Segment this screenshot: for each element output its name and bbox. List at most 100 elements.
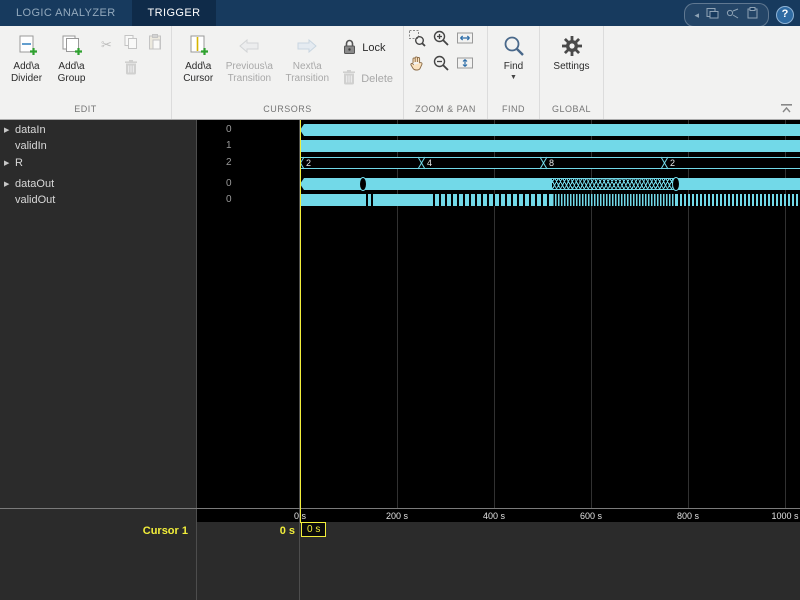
cursor-name-label: Cursor 1 xyxy=(0,525,188,537)
lock-icon xyxy=(342,38,357,58)
add-group-button[interactable]: Add\aGroup xyxy=(49,29,94,104)
bus-value-label: 2 xyxy=(306,158,311,168)
zoom-in-region-button[interactable] xyxy=(407,31,426,50)
next-transition-label-1: Next\a xyxy=(285,61,329,73)
toolbar-group-zoom-pan: ZOOM & PAN xyxy=(404,26,488,119)
paste-button[interactable] xyxy=(145,35,164,54)
channel-row-validIn[interactable]: validIn xyxy=(0,139,196,153)
axis-tick-label: 600 s xyxy=(580,511,602,521)
zoom-in-button[interactable] xyxy=(431,31,450,50)
gear-icon xyxy=(561,33,583,59)
channel-value: 2 xyxy=(226,156,286,170)
previous-transition-button[interactable]: Previous\aTransition xyxy=(220,29,278,104)
transition-cluster-marker xyxy=(672,177,680,191)
toolstrip: Add\aDivider Add\aGroup ✂ EDIT xyxy=(0,26,800,120)
copy-window-icon[interactable] xyxy=(706,6,719,24)
expand-arrow-icon[interactable]: ▶ xyxy=(4,180,9,188)
search-icon xyxy=(502,33,526,59)
toolbar-group-edit: Add\aDivider Add\aGroup ✂ EDIT xyxy=(0,26,172,119)
channel-value: 0 xyxy=(226,123,286,137)
expand-arrow-icon[interactable]: ▶ xyxy=(4,126,9,134)
toolbar-group-cursors: Add\aCursor Previous\aTransition Next\aT… xyxy=(172,26,404,119)
copy-icon xyxy=(123,34,139,55)
channel-value: 1 xyxy=(226,139,286,153)
copy-button[interactable] xyxy=(121,35,140,54)
previous-transition-icon xyxy=(238,33,260,59)
time-axis xyxy=(0,508,800,509)
settings-label: Settings xyxy=(553,61,589,73)
find-label: Find xyxy=(504,61,523,73)
trash-icon xyxy=(342,69,356,88)
time-axis-labels: 0 s200 s400 s600 s800 s1000 s xyxy=(0,511,800,523)
tab-trigger[interactable]: TRIGGER xyxy=(132,0,217,26)
compare-icon[interactable] xyxy=(726,6,739,24)
chevron-down-icon: ▼ xyxy=(510,74,517,81)
delete-channel-button[interactable] xyxy=(121,60,140,79)
fit-to-view-x-button[interactable] xyxy=(455,31,474,50)
titlebar-quick-access: ◂ ? xyxy=(684,3,794,27)
toolbar-group-global: Settings GLOBAL xyxy=(540,26,604,119)
bus-value-label: 8 xyxy=(549,158,554,168)
lock-cursor-button[interactable]: Lock xyxy=(339,37,396,59)
transition-cluster-marker xyxy=(359,177,367,191)
fit-to-view-y-button[interactable] xyxy=(455,56,474,75)
cut-button[interactable]: ✂ xyxy=(97,35,116,54)
channel-name: validOut xyxy=(15,193,55,207)
channel-name: dataIn xyxy=(15,123,46,137)
toolbar-group-find: Find ▼ FIND xyxy=(488,26,540,119)
next-transition-label-2: Transition xyxy=(285,73,329,85)
add-group-icon xyxy=(60,33,84,59)
add-group-label-2: Group xyxy=(58,73,86,85)
group-label-edit: EDIT xyxy=(0,104,171,119)
time-cursor[interactable] xyxy=(300,120,301,523)
channel-row-dataIn[interactable]: ▶ dataIn xyxy=(0,123,196,137)
delete-cursor-button[interactable]: Delete xyxy=(339,68,396,89)
add-divider-label-2: Divider xyxy=(11,73,42,85)
channel-row-dataOut[interactable]: ▶ dataOut xyxy=(0,177,196,191)
previous-transition-label-1: Previous\a xyxy=(226,61,273,73)
fit-width-icon xyxy=(456,29,474,52)
axis-tick-label: 1000 s xyxy=(771,511,798,521)
hand-icon xyxy=(408,54,426,77)
channel-name: dataOut xyxy=(15,177,54,191)
expand-arrow-icon[interactable]: ▶ xyxy=(4,159,9,167)
title-bar: LOGIC ANALYZER TRIGGER ◂ ? xyxy=(0,0,800,26)
next-transition-button[interactable]: Next\aTransition xyxy=(278,29,336,104)
add-divider-button[interactable]: Add\aDivider xyxy=(4,29,49,104)
group-label-cursors: CURSORS xyxy=(172,104,403,119)
delete-cursor-label: Delete xyxy=(361,73,393,85)
add-divider-icon xyxy=(15,33,39,59)
axis-tick-label: 400 s xyxy=(483,511,505,521)
axis-tick-label: 200 s xyxy=(386,511,408,521)
zoom-in-icon xyxy=(432,29,450,52)
channel-row-validOut[interactable]: validOut xyxy=(0,193,196,207)
wave-validIn xyxy=(300,140,800,152)
clipboard-icon[interactable] xyxy=(746,6,759,24)
zoom-out-button[interactable] xyxy=(431,56,450,75)
channel-row-R[interactable]: ▶ R xyxy=(0,156,196,170)
settings-button[interactable]: Settings xyxy=(545,29,599,104)
add-cursor-label-1: Add\a xyxy=(183,61,213,73)
wave-R: 2482 xyxy=(300,157,800,169)
channel-name: R xyxy=(15,156,23,170)
quick-access-bar: ◂ xyxy=(684,3,769,27)
pan-button[interactable] xyxy=(407,56,426,75)
tab-logic-analyzer[interactable]: LOGIC ANALYZER xyxy=(0,0,132,26)
help-button[interactable]: ? xyxy=(776,6,794,24)
lock-label: Lock xyxy=(362,42,385,54)
fit-height-icon xyxy=(456,54,474,77)
add-cursor-button[interactable]: Add\aCursor xyxy=(176,29,220,104)
bus-value-label: 4 xyxy=(427,158,432,168)
zoom-out-icon xyxy=(432,54,450,77)
next-transition-icon xyxy=(296,33,318,59)
collapse-toolstrip-button[interactable] xyxy=(777,101,795,116)
wave-dataIn xyxy=(300,124,800,136)
group-label-global: GLOBAL xyxy=(540,104,603,119)
cursor-time-box[interactable]: 0 s xyxy=(301,522,326,537)
channel-value: 0 xyxy=(226,193,286,207)
waveform-canvas[interactable]: 2482 xyxy=(300,120,800,508)
find-button[interactable]: Find ▼ xyxy=(492,29,535,104)
add-group-label-1: Add\a xyxy=(58,61,86,73)
chevron-left-icon[interactable]: ◂ xyxy=(694,8,699,22)
add-divider-label-1: Add\a xyxy=(11,61,42,73)
